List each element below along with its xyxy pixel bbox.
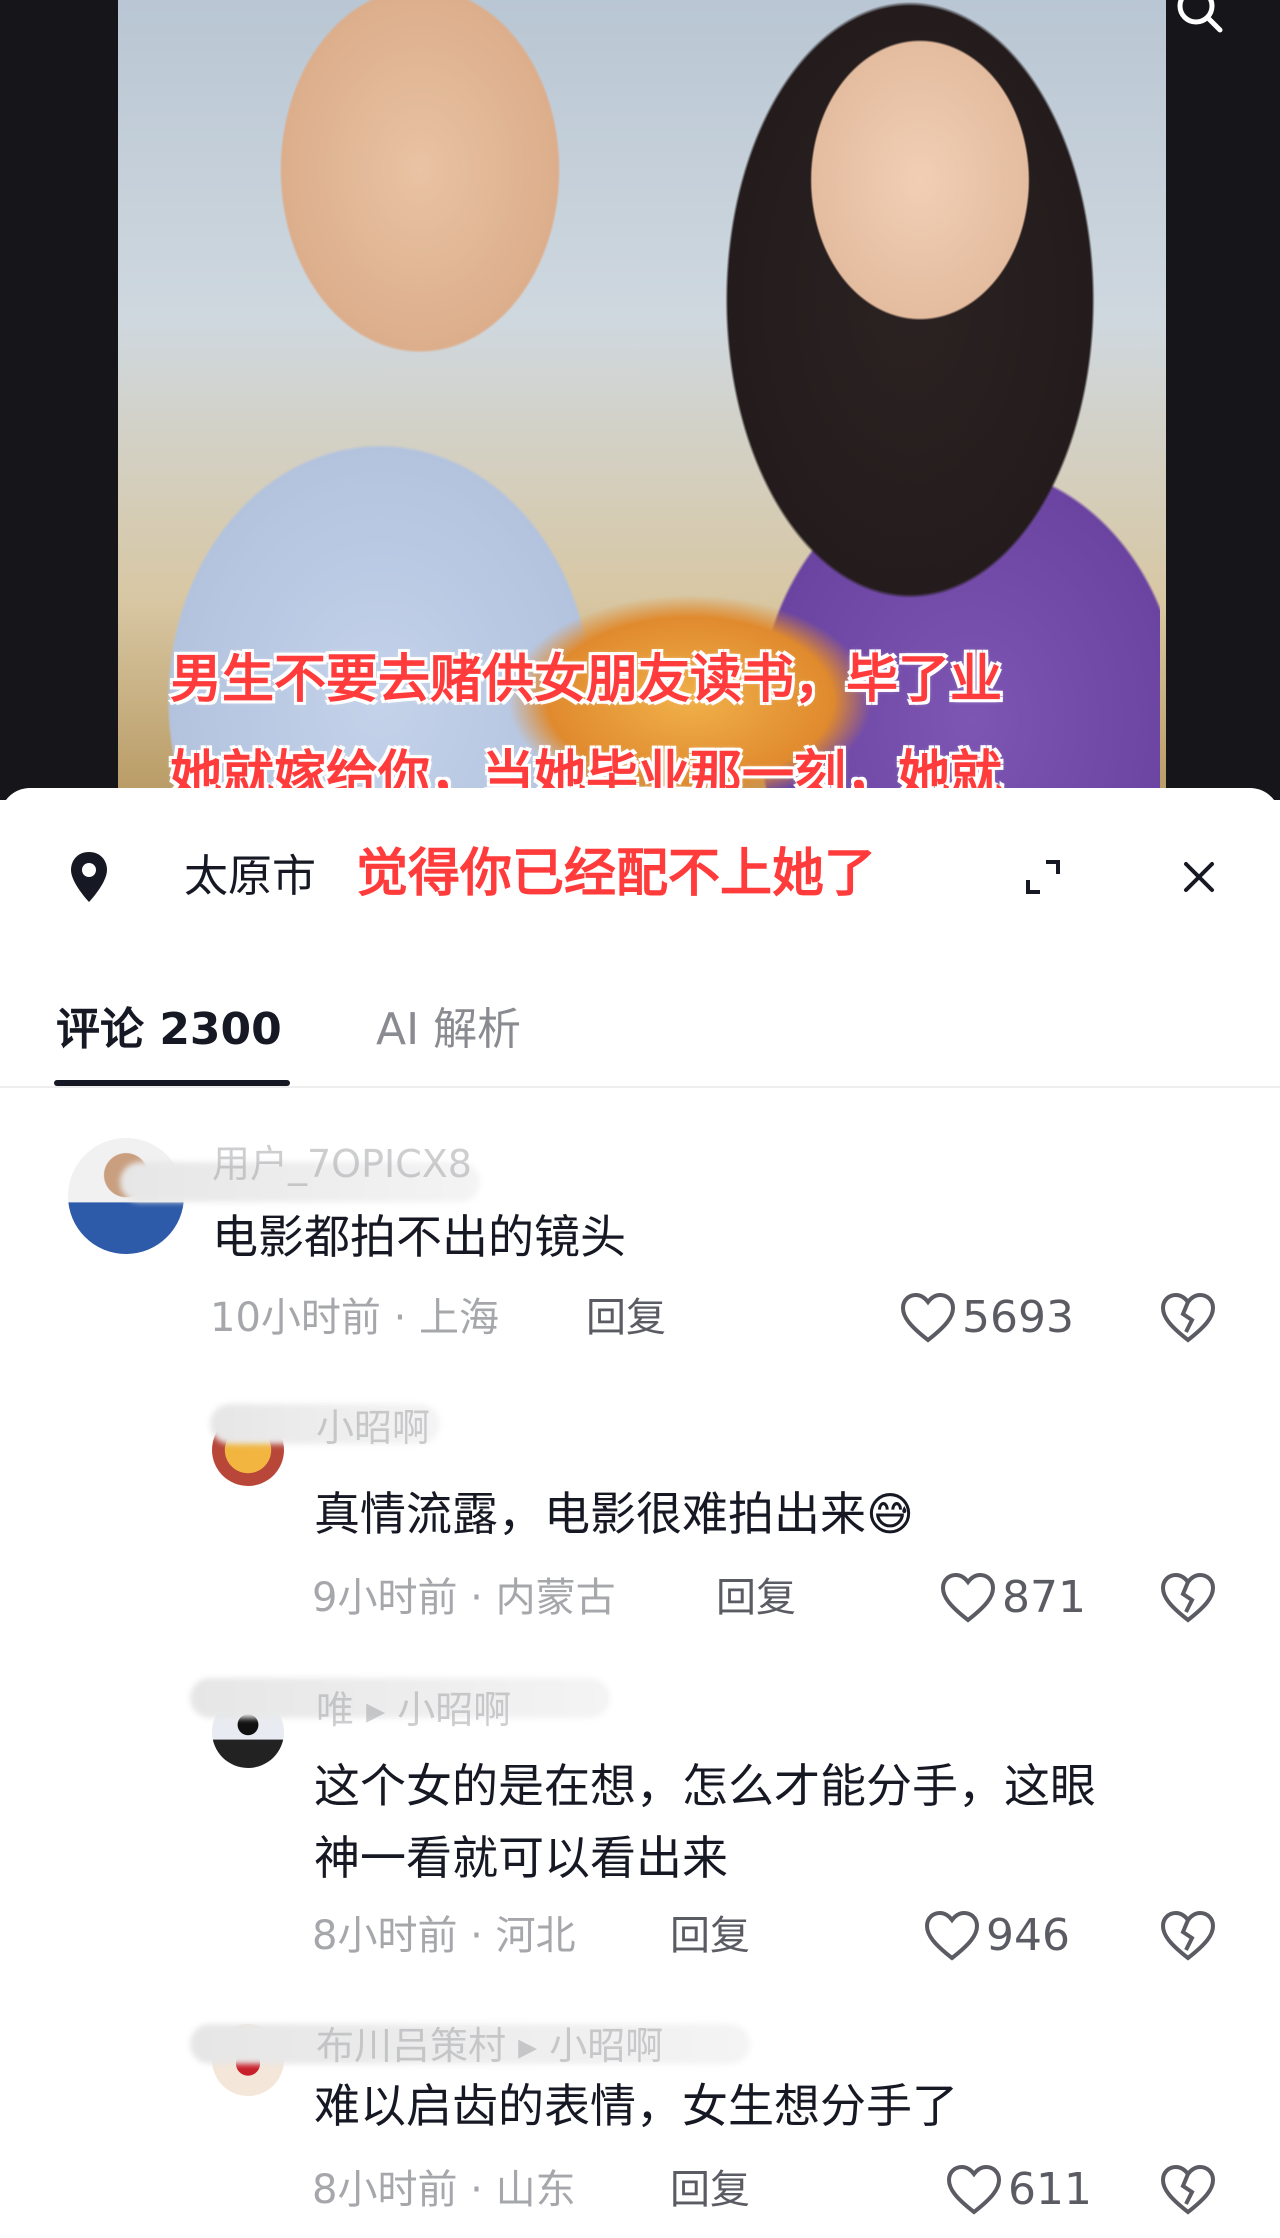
comment-username[interactable]: 唯 ▸ 小昭啊 [316, 1686, 511, 1734]
tab-comments[interactable]: 评论 2300 [56, 1002, 282, 1058]
comment-panel: 太原市 觉得你已经配不上她了 评论 2300 AI 解析 用户_7OPICX8 … [0, 788, 1280, 2238]
tab-ai-analysis[interactable]: AI 解析 [376, 1002, 521, 1058]
dislike-icon[interactable] [1160, 1572, 1216, 1624]
comment-username[interactable]: 小昭啊 [316, 1404, 430, 1452]
comment-meta: 9小时前 · 内蒙古 [312, 1575, 616, 1621]
comment-username[interactable]: 布川吕策村 ▸ 小昭啊 [316, 2022, 663, 2070]
comment-text-line2: 神一看就可以看出来 [314, 1831, 728, 1885]
comment-text: 难以启齿的表情，女生想分手了 [314, 2079, 958, 2133]
dislike-icon[interactable] [1160, 1910, 1216, 1962]
location-text[interactable]: 太原市 [184, 850, 316, 904]
reply-button[interactable]: 回复 [670, 2164, 750, 2216]
like-button[interactable]: 946 [924, 1908, 1070, 1964]
video-caption-line3: 觉得你已经配不上她了 [356, 843, 877, 904]
like-count: 871 [1002, 1572, 1086, 1623]
like-count: 611 [1008, 2164, 1092, 2215]
search-icon[interactable] [1170, 0, 1230, 40]
tab-active-indicator [54, 1080, 290, 1086]
heart-icon [900, 1292, 956, 1343]
close-icon[interactable] [1178, 856, 1220, 898]
reply-button[interactable]: 回复 [586, 1292, 666, 1344]
video-caption-line1: 男生不要去赌供女朋友读书，毕了业 [170, 649, 1003, 710]
comment-text: 电影都拍不出的镜头 [212, 1210, 626, 1264]
heart-icon [940, 1572, 996, 1623]
location-pin-icon [71, 852, 107, 902]
comment-text-line1: 这个女的是在想，怎么才能分手，这眼 [314, 1759, 1096, 1813]
expand-icon[interactable] [1022, 856, 1064, 898]
like-count: 5693 [962, 1292, 1074, 1343]
comment-username[interactable]: 用户_7OPICX8 [212, 1140, 472, 1188]
comment-tabs: 评论 2300 AI 解析 [0, 968, 1280, 1088]
comment-meta: 8小时前 · 河北 [312, 1913, 576, 1959]
like-button[interactable]: 871 [940, 1570, 1086, 1626]
location-bar: 太原市 觉得你已经配不上她了 [0, 788, 1280, 938]
like-count: 946 [986, 1910, 1070, 1961]
comment-meta: 8小时前 · 山东 [312, 2167, 576, 2213]
heart-icon [924, 1910, 980, 1961]
like-button[interactable]: 5693 [900, 1290, 1074, 1346]
heart-icon [946, 2164, 1002, 2215]
like-button[interactable]: 611 [946, 2162, 1092, 2218]
comment-meta: 10小时前 · 上海 [210, 1295, 500, 1341]
dislike-icon[interactable] [1160, 2164, 1216, 2216]
comment-text: 真情流露，电影很难拍出来😅 [314, 1487, 914, 1541]
reply-button[interactable]: 回复 [670, 1910, 750, 1962]
dislike-icon[interactable] [1160, 1292, 1216, 1344]
reply-button[interactable]: 回复 [716, 1572, 796, 1624]
video-player[interactable]: 男生不要去赌供女朋友读书，毕了业 她就嫁给你，当她毕业那一刻，她就 [0, 0, 1280, 800]
